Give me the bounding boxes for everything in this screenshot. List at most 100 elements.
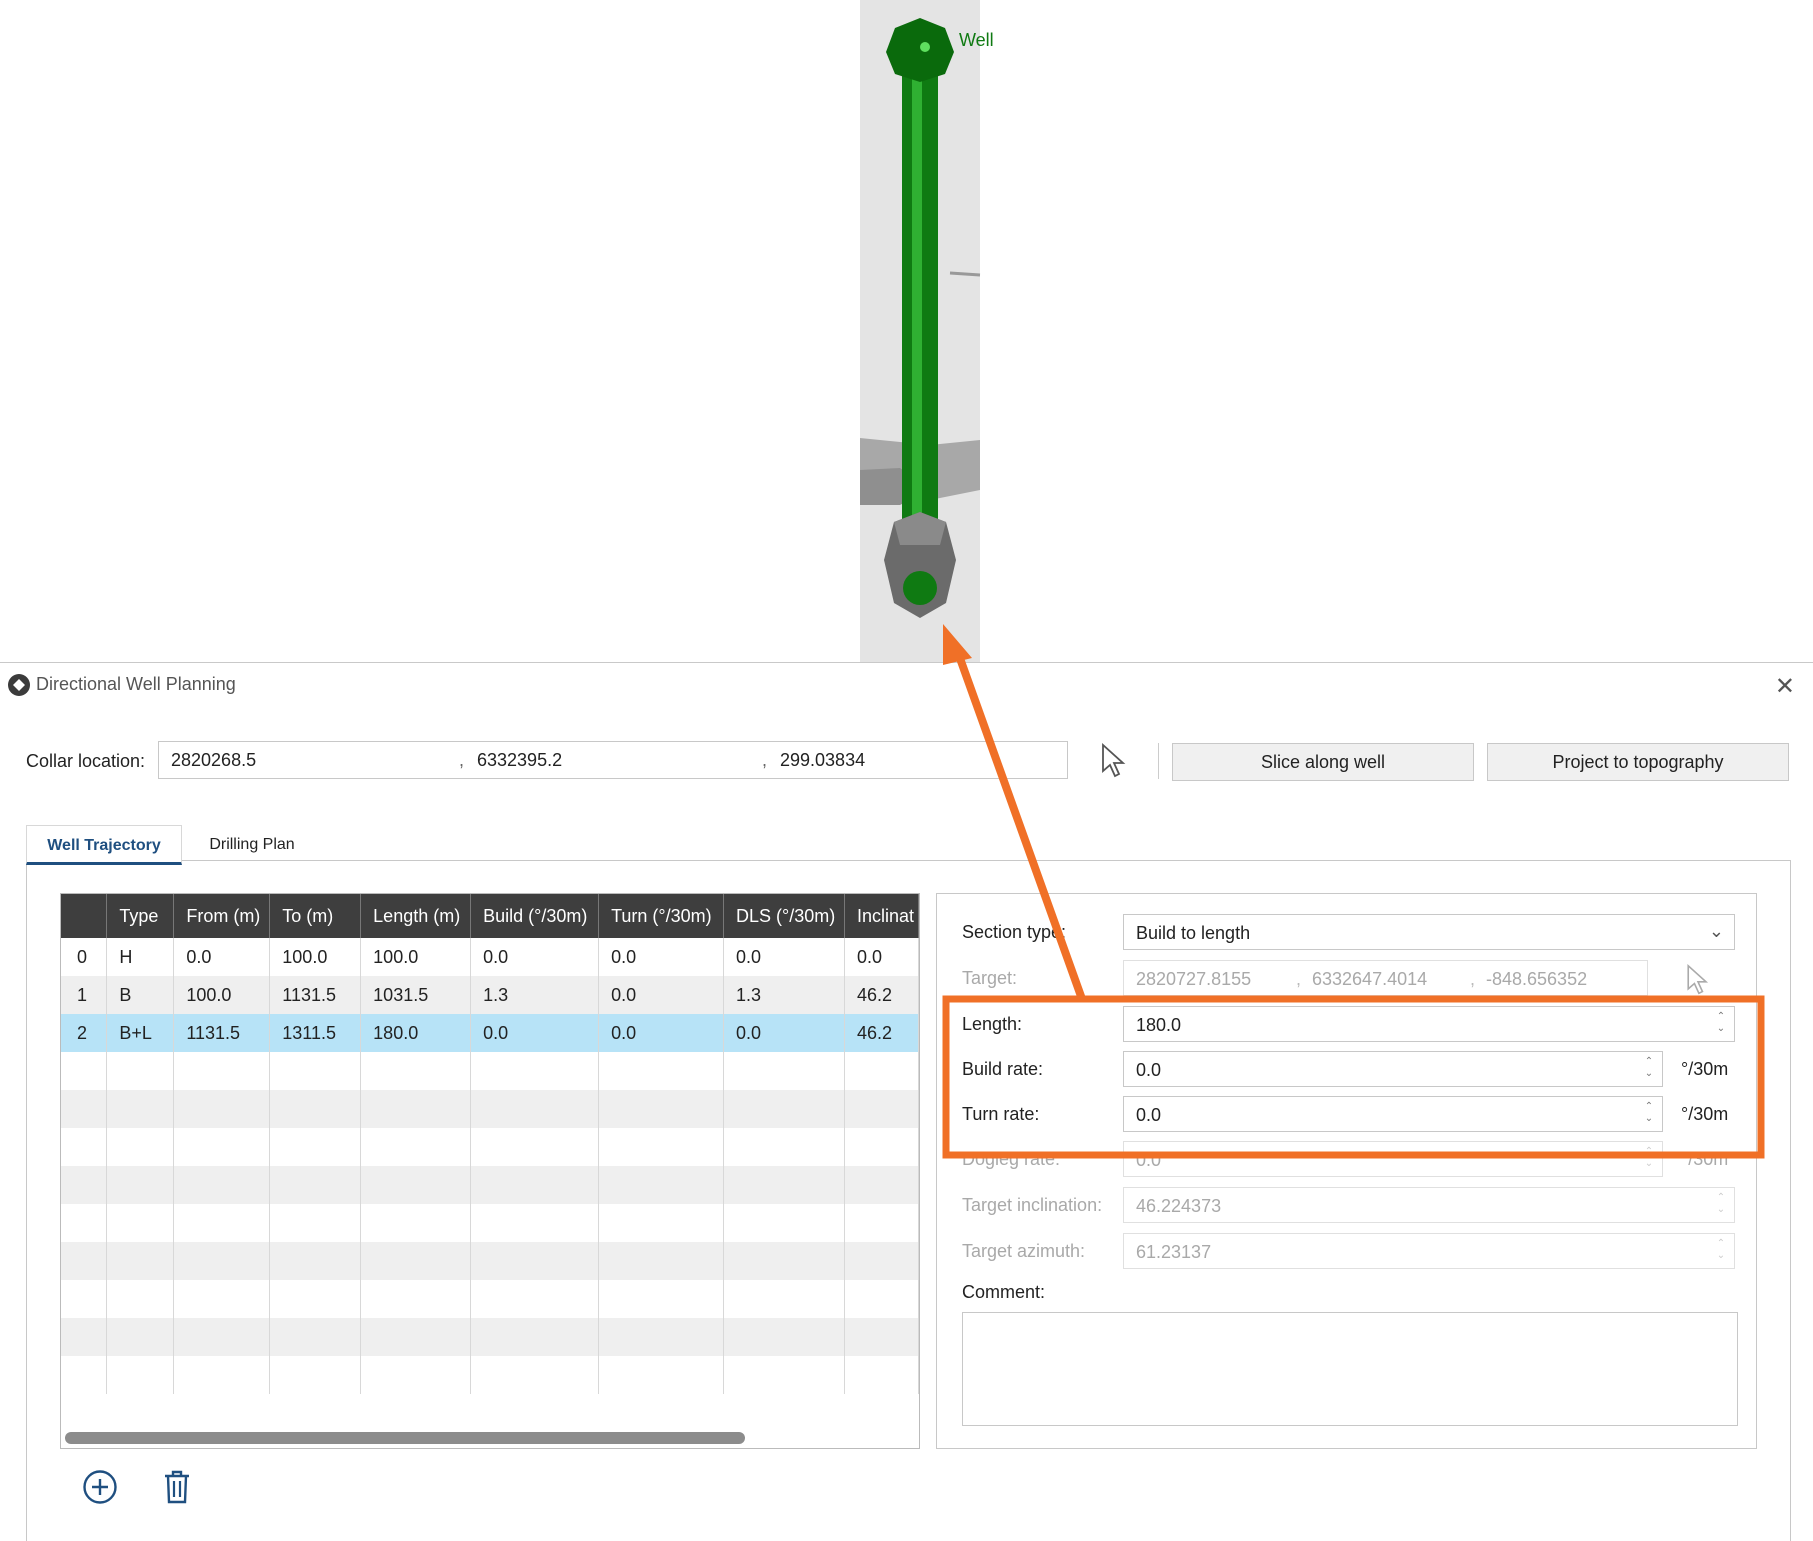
table-cell: 0.0 xyxy=(598,938,724,976)
well-collar-marker[interactable] xyxy=(886,18,954,82)
app-icon xyxy=(8,674,30,696)
section-type-label: Section type: xyxy=(962,922,1067,942)
section-type-select[interactable]: Build to length ⌄ xyxy=(1123,914,1735,950)
spinner-icon: ⌃ ⌄ xyxy=(1716,1238,1726,1261)
column-header[interactable]: DLS (°/30m) xyxy=(723,894,845,938)
dogleg-rate-value: 0.0 xyxy=(1136,1150,1162,1170)
table-cell: 0.0 xyxy=(470,938,600,976)
trajectory-table: Type From (m) To (m) Length (m) Build (°… xyxy=(60,893,920,1449)
table-row[interactable]: 0 H 0.0 100.0 100.0 0.0 0.0 0.0 0.0 xyxy=(61,938,919,976)
empty-row xyxy=(61,1166,919,1204)
3d-viewport[interactable]: Well xyxy=(0,0,1813,662)
table-cell: 1031.5 xyxy=(360,976,472,1014)
table-cell: 0.0 xyxy=(723,938,845,976)
collar-location-label: Collar location: xyxy=(26,751,146,771)
spinner-icon[interactable]: ⌃ ⌄ xyxy=(1642,1101,1656,1127)
table-cell: 1131.5 xyxy=(269,976,362,1014)
collar-location-field[interactable]: 2820268.5 , 6332395.2 , 299.03834 xyxy=(158,741,1068,779)
empty-row xyxy=(61,1318,919,1356)
target-z-value: -848.656352 xyxy=(1486,969,1588,989)
target-inclination-value: 46.224373 xyxy=(1136,1196,1222,1216)
table-cell: 0.0 xyxy=(470,1014,600,1052)
collar-x-value[interactable]: 2820268.5 xyxy=(171,750,256,771)
column-header[interactable]: Inclinat xyxy=(844,894,919,938)
dogleg-rate-input: 0.0 ⌃ ⌄ xyxy=(1123,1141,1663,1177)
column-header[interactable]: Length (m) xyxy=(360,894,472,938)
table-cell: 100.0 xyxy=(360,938,472,976)
table-cell: 0.0 xyxy=(844,938,919,976)
length-value[interactable]: 180.0 xyxy=(1136,1015,1181,1036)
slice-along-well-button[interactable]: Slice along well xyxy=(1172,743,1474,781)
table-cell: 1131.5 xyxy=(173,1014,271,1052)
close-icon[interactable]: ✕ xyxy=(1775,672,1795,701)
target-inclination-input: 46.224373 ⌃ ⌄ xyxy=(1123,1187,1735,1223)
target-azimuth-value: 61.23137 xyxy=(1136,1242,1212,1262)
project-to-topography-button[interactable]: Project to topography xyxy=(1487,743,1789,781)
surface-edge xyxy=(949,271,981,277)
column-header[interactable]: Type xyxy=(106,894,175,938)
cursor-arrow-icon[interactable] xyxy=(1100,742,1128,784)
title-bar: Directional Well Planning ✕ xyxy=(0,663,1813,707)
spinner-icon[interactable]: ⌃ ⌄ xyxy=(1714,1011,1728,1037)
build-rate-unit: °/30m xyxy=(1681,1059,1729,1079)
length-label: Length: xyxy=(962,1014,1023,1034)
comment-label: Comment: xyxy=(962,1282,1046,1302)
table-cell: 0.0 xyxy=(598,976,724,1014)
spinner-icon: ⌃ ⌄ xyxy=(1644,1146,1654,1169)
section-type-value: Build to length xyxy=(1136,923,1251,943)
build-rate-label: Build rate: xyxy=(962,1059,1044,1079)
table-row-selected[interactable]: 2 B+L 1131.5 1311.5 180.0 0.0 0.0 0.0 46… xyxy=(61,1014,919,1052)
length-input[interactable]: 180.0 ⌃ ⌄ xyxy=(1123,1006,1735,1042)
column-header[interactable] xyxy=(61,894,108,938)
table-cell: B+L xyxy=(106,1014,175,1052)
target-x-value: 2820727.8155 xyxy=(1136,969,1252,989)
dogleg-rate-unit: °/30m xyxy=(1681,1149,1729,1169)
target-pick-icon xyxy=(1685,963,1711,1001)
comment-textarea[interactable] xyxy=(962,1312,1738,1426)
empty-row xyxy=(61,1242,919,1280)
well-label: Well xyxy=(959,30,994,50)
build-rate-value[interactable]: 0.0 xyxy=(1136,1060,1161,1081)
add-circle-icon[interactable] xyxy=(82,1469,118,1514)
trash-icon[interactable] xyxy=(162,1469,192,1514)
table-header-row: Type From (m) To (m) Length (m) Build (°… xyxy=(61,894,919,938)
column-header[interactable]: Build (°/30m) xyxy=(470,894,600,938)
table-cell: 46.2 xyxy=(844,976,919,1014)
turn-rate-value[interactable]: 0.0 xyxy=(1136,1105,1161,1126)
turn-rate-input[interactable]: 0.0 ⌃ ⌄ xyxy=(1123,1096,1663,1132)
well-end-cap xyxy=(903,571,937,605)
dialog-title: Directional Well Planning xyxy=(36,674,236,694)
column-header[interactable]: To (m) xyxy=(269,894,362,938)
collar-y-value[interactable]: 6332395.2 xyxy=(477,750,562,771)
table-row[interactable]: 1 B 100.0 1131.5 1031.5 1.3 0.0 1.3 46.2 xyxy=(61,976,919,1014)
section-properties-panel: Section type: Build to length ⌄ Target: … xyxy=(936,893,1757,1449)
column-header[interactable]: Turn (°/30m) xyxy=(598,894,724,938)
table-cell: 0.0 xyxy=(173,938,271,976)
empty-row xyxy=(61,1280,919,1318)
horizontal-scrollbar[interactable] xyxy=(65,1432,745,1444)
tab-drilling-plan[interactable]: Drilling Plan xyxy=(190,825,314,865)
spinner-icon[interactable]: ⌃ ⌄ xyxy=(1642,1056,1656,1082)
target-label: Target: xyxy=(962,968,1018,988)
dogleg-rate-label: Dogleg rate: xyxy=(962,1149,1061,1169)
trajectory-grid: Type From (m) To (m) Length (m) Build (°… xyxy=(61,894,919,1394)
spinner-icon: ⌃ ⌄ xyxy=(1716,1192,1726,1215)
table-cell: 1.3 xyxy=(723,976,845,1014)
table-cell: 46.2 xyxy=(844,1014,919,1052)
table-cell: B xyxy=(106,976,175,1014)
table-cell: 2 xyxy=(61,1014,108,1052)
target-field: 2820727.8155 , 6332647.4014 , -848.65635… xyxy=(1123,960,1648,996)
target-inclination-label: Target inclination: xyxy=(962,1195,1103,1215)
column-header[interactable]: From (m) xyxy=(173,894,271,938)
collar-z-value[interactable]: 299.03834 xyxy=(780,750,865,771)
table-cell: H xyxy=(106,938,175,976)
table-cell: 100.0 xyxy=(173,976,271,1014)
empty-row xyxy=(61,1356,919,1394)
tab-well-trajectory[interactable]: Well Trajectory xyxy=(26,825,182,865)
turn-rate-unit: °/30m xyxy=(1681,1104,1729,1124)
empty-row xyxy=(61,1090,919,1128)
build-rate-input[interactable]: 0.0 ⌃ ⌄ xyxy=(1123,1051,1663,1087)
table-cell: 100.0 xyxy=(269,938,362,976)
table-cell: 180.0 xyxy=(360,1014,472,1052)
turn-rate-label: Turn rate: xyxy=(962,1104,1040,1124)
